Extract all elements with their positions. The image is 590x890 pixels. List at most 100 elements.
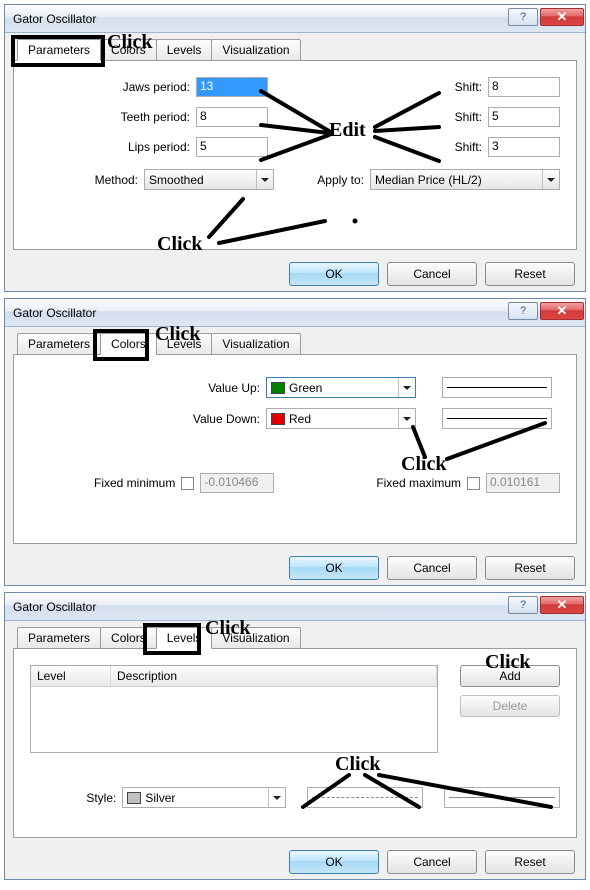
method-combo-value: Smoothed (149, 173, 204, 187)
tab-visualization[interactable]: Visualization (211, 333, 300, 354)
close-button[interactable]: ✕ (540, 8, 584, 26)
close-button[interactable]: ✕ (540, 596, 584, 614)
apply-to-combo[interactable]: Median Price (HL/2) (370, 169, 560, 190)
tab-colors[interactable]: Colors (100, 39, 157, 60)
style-line-pattern-combo[interactable] (307, 787, 423, 808)
tab-levels[interactable]: Levels (156, 333, 213, 354)
tab-colors[interactable]: Colors (100, 333, 157, 355)
teeth-shift-input[interactable]: 5 (488, 107, 560, 127)
dialog-levels: Gator Oscillator ? ✕ Parameters Colors L… (4, 592, 586, 880)
help-button[interactable]: ? (508, 8, 538, 26)
dialog-buttons: OK Cancel Reset (5, 846, 585, 884)
value-down-color-combo[interactable]: Red (266, 408, 416, 429)
reset-button[interactable]: Reset (485, 556, 575, 580)
tab-visualization[interactable]: Visualization (211, 39, 300, 60)
lips-period-label: Lips period: (30, 140, 190, 154)
lips-shift-input[interactable]: 3 (488, 137, 560, 157)
tab-levels[interactable]: Levels (156, 39, 213, 60)
titlebar: Gator Oscillator ? ✕ (5, 593, 585, 621)
tab-parameters[interactable]: Parameters (17, 333, 101, 354)
fixed-minimum-checkbox[interactable] (181, 477, 194, 490)
chevron-down-icon (256, 170, 273, 189)
titlebar: Gator Oscillator ? ✕ (5, 299, 585, 327)
value-up-color-text: Green (289, 381, 322, 395)
jaws-period-input[interactable]: 13 (196, 77, 268, 97)
value-down-color-text: Red (289, 412, 311, 426)
style-color-combo[interactable]: Silver (122, 787, 285, 808)
chevron-down-icon (268, 788, 285, 807)
chevron-down-icon (398, 378, 415, 397)
apply-to-combo-value: Median Price (HL/2) (375, 173, 482, 187)
style-label: Style: (30, 791, 116, 805)
fixed-maximum-checkbox[interactable] (467, 477, 480, 490)
fixed-maximum-label: Fixed maximum (376, 476, 461, 490)
tab-parameters[interactable]: Parameters (17, 39, 101, 61)
teeth-period-input[interactable]: 8 (196, 107, 268, 127)
dialog-parameters: Gator Oscillator ? ✕ Parameters Colors L… (4, 4, 586, 292)
tab-levels[interactable]: Levels (156, 627, 213, 649)
help-button[interactable]: ? (508, 302, 538, 320)
line-sample (312, 797, 418, 798)
fixed-maximum-input[interactable]: 0.010161 (486, 473, 560, 493)
add-button[interactable]: Add (460, 665, 560, 687)
value-up-line-style-combo[interactable] (442, 377, 552, 398)
method-combo[interactable]: Smoothed (144, 169, 274, 190)
delete-button[interactable]: Delete (460, 695, 560, 717)
apply-to-label: Apply to: (317, 173, 364, 187)
jaws-shift-label: Shift: (442, 80, 482, 94)
teeth-shift-label: Shift: (442, 110, 482, 124)
fixed-minimum-input[interactable]: -0.010466 (200, 473, 274, 493)
panel-parameters: Jaws period: 13 Shift: 8 Teeth period: 8… (13, 60, 577, 250)
titlebar: Gator Oscillator ? ✕ (5, 5, 585, 33)
tab-parameters[interactable]: Parameters (17, 627, 101, 648)
ok-button[interactable]: OK (289, 262, 379, 286)
value-down-label: Value Down: (30, 412, 260, 426)
cancel-button[interactable]: Cancel (387, 556, 477, 580)
dialog-colors: Gator Oscillator ? ✕ Parameters Colors L… (4, 298, 586, 586)
col-level[interactable]: Level (31, 666, 111, 686)
cancel-button[interactable]: Cancel (387, 850, 477, 874)
window-title: Gator Oscillator (13, 12, 508, 26)
window-title: Gator Oscillator (13, 600, 508, 614)
levels-list-header: Level Description (31, 666, 437, 687)
tabstrip: Parameters Colors Levels Visualization (5, 327, 585, 354)
cancel-button[interactable]: Cancel (387, 262, 477, 286)
panel-colors: Value Up: Green Value Down: Red (13, 354, 577, 544)
line-sample (447, 387, 547, 388)
tab-colors[interactable]: Colors (100, 627, 157, 648)
teeth-period-label: Teeth period: (30, 110, 190, 124)
line-sample (447, 418, 547, 419)
value-down-line-style-combo[interactable] (442, 408, 552, 429)
color-swatch-green (271, 382, 285, 394)
value-up-label: Value Up: (30, 381, 260, 395)
style-line-width-combo[interactable] (444, 787, 560, 808)
tabstrip: Parameters Colors Levels Visualization (5, 621, 585, 648)
value-up-color-combo[interactable]: Green (266, 377, 416, 398)
window-title: Gator Oscillator (13, 306, 508, 320)
ok-button[interactable]: OK (289, 850, 379, 874)
lips-shift-label: Shift: (442, 140, 482, 154)
color-swatch-silver (127, 792, 141, 804)
chevron-down-icon (398, 409, 415, 428)
levels-listbox[interactable]: Level Description (30, 665, 438, 753)
col-description[interactable]: Description (111, 666, 437, 686)
fixed-minimum-label: Fixed minimum (94, 476, 175, 490)
panel-levels: Level Description Add Delete Style: Silv… (13, 648, 577, 838)
tab-visualization[interactable]: Visualization (211, 627, 300, 648)
jaws-shift-input[interactable]: 8 (488, 77, 560, 97)
chevron-down-icon (542, 170, 559, 189)
dialog-buttons: OK Cancel Reset (5, 258, 585, 296)
ok-button[interactable]: OK (289, 556, 379, 580)
tabstrip: Parameters Colors Levels Visualization (5, 33, 585, 60)
style-color-text: Silver (145, 791, 175, 805)
color-swatch-red (271, 413, 285, 425)
help-button[interactable]: ? (508, 596, 538, 614)
lips-period-input[interactable]: 5 (196, 137, 268, 157)
line-sample (449, 797, 555, 798)
method-label: Method: (30, 173, 138, 187)
reset-button[interactable]: Reset (485, 262, 575, 286)
dialog-buttons: OK Cancel Reset (5, 552, 585, 590)
jaws-period-label: Jaws period: (30, 80, 190, 94)
reset-button[interactable]: Reset (485, 850, 575, 874)
close-button[interactable]: ✕ (540, 302, 584, 320)
